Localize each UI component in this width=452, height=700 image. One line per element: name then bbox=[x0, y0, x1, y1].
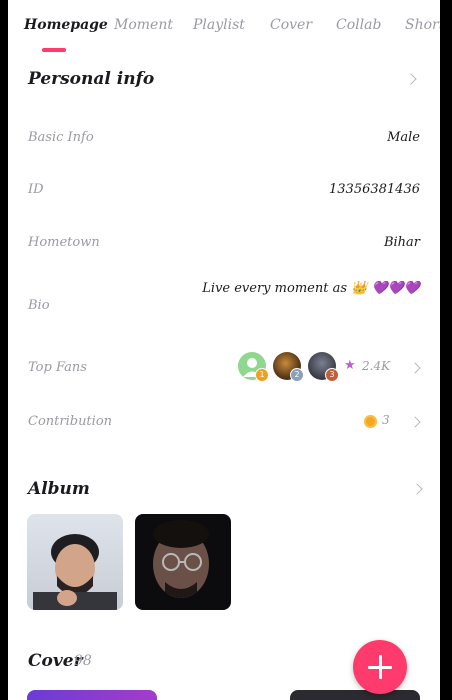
album-photo-2-image bbox=[153, 520, 209, 598]
album-chevron-icon[interactable] bbox=[411, 483, 423, 495]
fan-rank-badge-2: 2 bbox=[290, 368, 304, 382]
album-photo-2[interactable] bbox=[135, 514, 231, 610]
star-icon: ★ bbox=[344, 358, 356, 373]
personal-info-title: Personal info bbox=[28, 69, 155, 89]
contribution-value: 3 bbox=[382, 413, 390, 427]
basic-info-value: Male bbox=[387, 130, 420, 145]
fan-avatar-2[interactable]: 2 bbox=[273, 352, 304, 382]
top-fans-count: 2.4K bbox=[362, 359, 391, 373]
album-title: Album bbox=[28, 479, 90, 499]
tab-cover[interactable]: Cover bbox=[270, 17, 312, 33]
fan-rank-badge-3: 3 bbox=[325, 368, 339, 382]
hometown-value: Bihar bbox=[383, 235, 420, 250]
tab-bar: Homepage Moment Playlist Cover Collab Sh… bbox=[8, 0, 440, 56]
id-value: 13356381436 bbox=[329, 182, 420, 197]
active-tab-indicator bbox=[42, 48, 66, 52]
fan-rank-badge-1: 1 bbox=[255, 368, 269, 382]
top-fans-label: Top Fans bbox=[28, 360, 87, 375]
cover-thumbnail-2[interactable] bbox=[290, 690, 420, 700]
tab-moment[interactable]: Moment bbox=[114, 17, 173, 33]
tab-playlist[interactable]: Playlist bbox=[193, 17, 245, 33]
cover-thumbnail-1[interactable] bbox=[27, 690, 157, 700]
tab-collab[interactable]: Collab bbox=[336, 17, 381, 33]
album-photo-1-image bbox=[33, 534, 117, 610]
tab-short[interactable]: Short bbox=[405, 17, 440, 33]
personal-info-chevron-icon[interactable] bbox=[405, 73, 417, 85]
fan-avatar-1[interactable]: 1 bbox=[238, 352, 269, 382]
add-button[interactable] bbox=[353, 640, 407, 694]
bio-label: Bio bbox=[28, 298, 50, 313]
album-photo-1[interactable] bbox=[27, 514, 123, 610]
coin-icon bbox=[364, 415, 377, 428]
profile-screen: Homepage Moment Playlist Cover Collab Sh… bbox=[8, 0, 440, 700]
contribution-chevron-icon[interactable] bbox=[409, 416, 421, 428]
fan-avatar-3[interactable]: 3 bbox=[308, 352, 339, 382]
contribution-label: Contribution bbox=[28, 414, 113, 429]
basic-info-label: Basic Info bbox=[28, 130, 94, 145]
tab-homepage[interactable]: Homepage bbox=[24, 17, 108, 33]
top-fans-chevron-icon[interactable] bbox=[409, 362, 421, 374]
cover-count: 98 bbox=[74, 653, 92, 669]
hometown-label: Hometown bbox=[28, 235, 100, 250]
id-label: ID bbox=[28, 182, 44, 197]
bio-value: Live every moment as 👑 💜💜💜 bbox=[202, 281, 420, 296]
